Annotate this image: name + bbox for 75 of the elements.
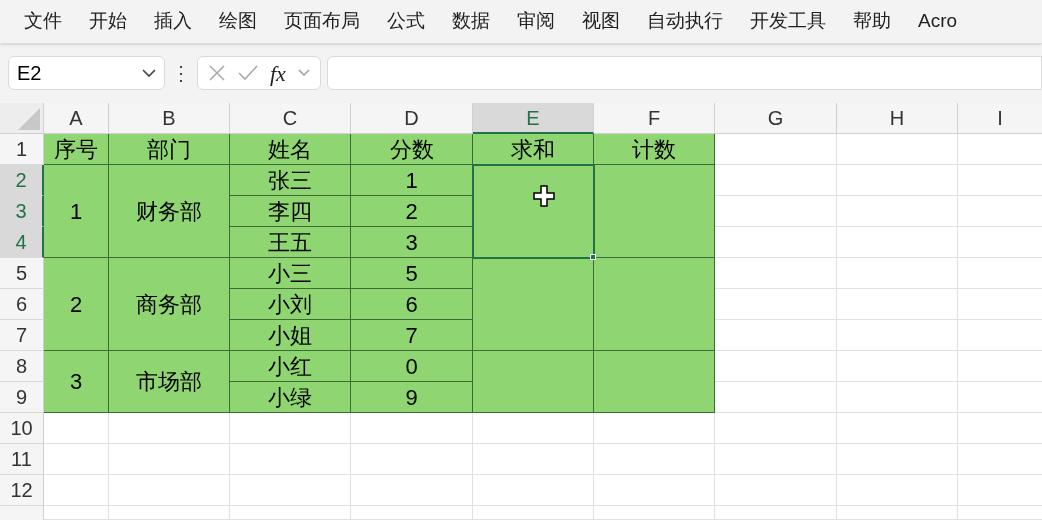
table-cell: 小红	[230, 351, 351, 382]
header-cell: 求和	[473, 134, 594, 165]
table-cell: 6	[351, 289, 473, 320]
row-header[interactable]: 9	[0, 382, 44, 413]
menu-item[interactable]: 开发工具	[738, 7, 838, 36]
column-header[interactable]: H	[837, 103, 958, 134]
row-header[interactable]: 3	[0, 196, 44, 227]
table-cell: 张三	[230, 165, 351, 196]
column-header[interactable]: B	[109, 103, 230, 134]
table-cell: 9	[351, 382, 473, 413]
header-cell: 姓名	[230, 134, 351, 165]
table-cell: 商务部	[109, 258, 230, 351]
row-header[interactable]	[0, 506, 44, 520]
insert-function-button[interactable]: fx	[270, 56, 286, 90]
fill-handle[interactable]	[590, 254, 596, 260]
column-header[interactable]: C	[230, 103, 351, 134]
row-header[interactable]: 7	[0, 320, 44, 351]
table-cell: 市场部	[109, 351, 230, 413]
column-header[interactable]: A	[44, 103, 109, 134]
menu-item[interactable]: 插入	[142, 7, 204, 36]
cell-cursor-icon	[533, 185, 555, 207]
row-header[interactable]: 2	[0, 165, 44, 196]
menu-item[interactable]: 页面布局	[272, 7, 372, 36]
column-header[interactable]: F	[594, 103, 715, 134]
table-cell: 0	[351, 351, 473, 382]
table-cell: 小三	[230, 258, 351, 289]
header-cell: 部门	[109, 134, 230, 165]
menu-item[interactable]: 数据	[440, 7, 502, 36]
table-cell: 2	[351, 196, 473, 227]
more-options-icon[interactable]: ⋮	[171, 58, 191, 89]
table-cell: 3	[351, 227, 473, 258]
table-cell: 李四	[230, 196, 351, 227]
select-all-icon[interactable]	[18, 108, 40, 130]
column-header[interactable]: I	[958, 103, 1042, 134]
row-header[interactable]: 8	[0, 351, 44, 382]
cancel-icon[interactable]	[208, 64, 226, 83]
header-cell: 序号	[44, 134, 109, 165]
table-cell: 小绿	[230, 382, 351, 413]
menu-item[interactable]: 公式	[375, 7, 437, 36]
header-cell: 分数	[351, 134, 473, 165]
menu-item[interactable]: 审阅	[505, 7, 567, 36]
name-box[interactable]: E2	[8, 56, 165, 91]
table-cell: 1	[44, 165, 109, 258]
table-cell: 1	[351, 165, 473, 196]
table-cell: 3	[44, 351, 109, 413]
menu-item[interactable]: 自动执行	[635, 7, 735, 36]
menu-item[interactable]: 文件	[12, 7, 74, 36]
column-header[interactable]: E	[473, 103, 594, 134]
row-header[interactable]: 10	[0, 413, 44, 444]
row-header[interactable]: 5	[0, 258, 44, 289]
column-header[interactable]: D	[351, 103, 473, 134]
menu-item[interactable]: 开始	[77, 7, 139, 36]
row-header[interactable]: 1	[0, 134, 44, 165]
table-cell: 财务部	[109, 165, 230, 258]
row-header[interactable]: 12	[0, 475, 44, 506]
menu-item[interactable]: 视图	[570, 7, 632, 36]
formula-input[interactable]	[326, 56, 1042, 91]
row-header[interactable]: 4	[0, 227, 44, 258]
row-header[interactable]: 6	[0, 289, 44, 320]
check-icon[interactable]	[238, 65, 258, 82]
table-cell: 5	[351, 258, 473, 289]
table-cell: 7	[351, 320, 473, 351]
header-cell: 计数	[594, 134, 715, 165]
table-cell: 2	[44, 258, 109, 351]
column-header[interactable]: G	[715, 103, 837, 134]
menu-item[interactable]: Acro	[906, 7, 970, 36]
menu-item[interactable]: 帮助	[841, 7, 903, 36]
chevron-down-icon	[142, 68, 156, 78]
table-cell: 小姐	[230, 320, 351, 351]
table-cell: 王五	[230, 227, 351, 258]
chevron-down-icon	[297, 69, 310, 78]
table-cell: 小刘	[230, 289, 351, 320]
cell-reference: E2	[17, 61, 42, 87]
row-header[interactable]: 11	[0, 444, 44, 475]
menu-item[interactable]: 绘图	[207, 7, 269, 36]
